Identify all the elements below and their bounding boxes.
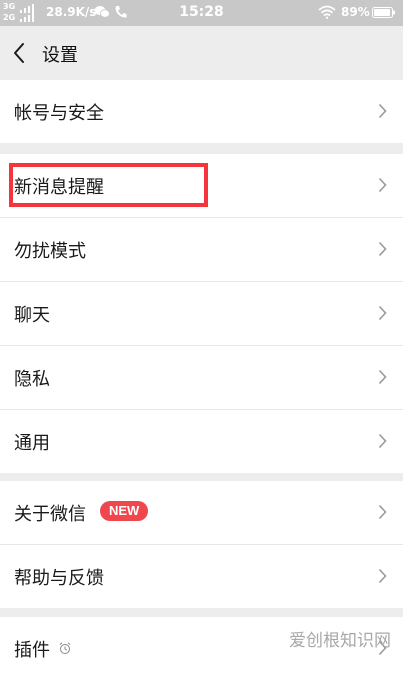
chevron-right-icon (378, 305, 387, 321)
item-label: 聊天 (14, 305, 50, 326)
battery-icon (372, 7, 395, 18)
privacy-item[interactable]: 隐私 (0, 346, 403, 410)
item-label: 通用 (14, 433, 50, 454)
item-label: 隐私 (14, 369, 50, 390)
item-label: 插件 (14, 640, 50, 661)
item-label: 关于微信 (14, 504, 86, 525)
chevron-right-icon (378, 433, 387, 449)
help-feedback-item[interactable]: 帮助与反馈 (0, 545, 403, 608)
status-bar: 3G 2G 28.9K/s 15:28 89% (0, 0, 403, 26)
about-wechat-item[interactable]: 关于微信 NEW (0, 481, 403, 545)
header: 设置 (0, 26, 403, 80)
account-security-item[interactable]: 帐号与安全 (0, 80, 403, 143)
battery-percent: 89% (341, 5, 370, 19)
back-arrow-icon[interactable] (12, 42, 26, 64)
settings-group-account: 帐号与安全 (0, 80, 403, 143)
chevron-right-icon (378, 504, 387, 520)
chevron-right-icon (378, 103, 387, 119)
watermark: 爱创根知识网 (289, 631, 391, 651)
wifi-icon (318, 5, 336, 19)
chevron-right-icon (378, 241, 387, 257)
general-item[interactable]: 通用 (0, 410, 403, 473)
plugin-alarm-icon (59, 642, 71, 654)
chat-item[interactable]: 聊天 (0, 282, 403, 346)
page-title: 设置 (42, 45, 78, 66)
chevron-right-icon (378, 568, 387, 584)
item-label: 勿扰模式 (14, 241, 86, 262)
chevron-right-icon (378, 177, 387, 193)
highlight-box (9, 163, 208, 207)
item-label: 帮助与反馈 (14, 568, 104, 589)
chevron-right-icon (378, 369, 387, 385)
settings-group-about: 关于微信 NEW 帮助与反馈 (0, 481, 403, 608)
new-badge: NEW (100, 501, 149, 521)
item-label: 帐号与安全 (14, 103, 104, 124)
do-not-disturb-item[interactable]: 勿扰模式 (0, 218, 403, 282)
